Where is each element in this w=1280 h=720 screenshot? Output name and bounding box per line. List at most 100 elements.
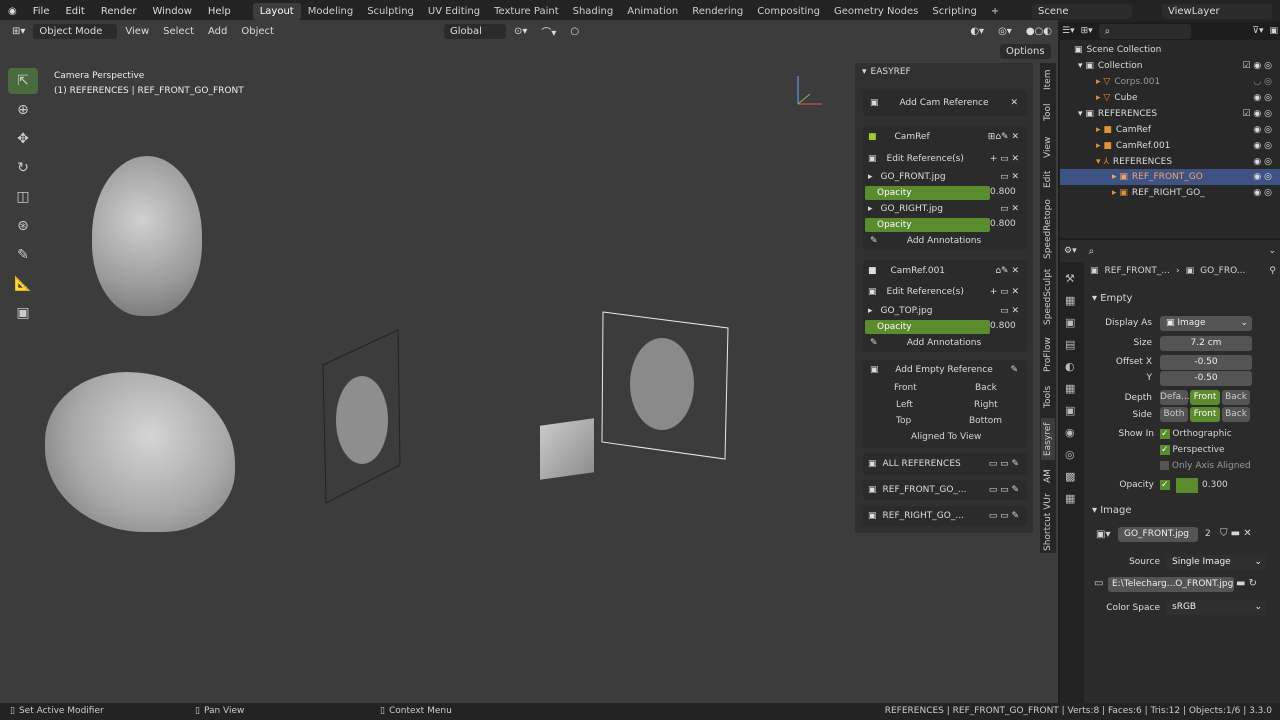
outliner-row[interactable]: ▸ ■ CamRef.001 ◉ ◎ xyxy=(1060,138,1280,154)
outliner-row[interactable]: ▸ ▽ Corps.001 ◡ ◎ xyxy=(1060,74,1280,90)
camref-tools-icon[interactable]: ⌂✎ ✕ xyxy=(995,266,1019,276)
outliner-row[interactable]: ▾ ▣ REFERENCES ☑ ◉ ◎ xyxy=(1060,106,1280,122)
opacity-slider[interactable]: Opacity xyxy=(865,186,990,200)
overlay-icon[interactable]: ◎▾ xyxy=(992,24,1018,39)
folder-icon[interactable]: ▬ ↻ xyxy=(1236,578,1257,589)
visibility-icons[interactable]: ☑ ◉ ◎ xyxy=(1243,109,1273,119)
tab-modeling[interactable]: Modeling xyxy=(301,3,361,20)
all-refs-tools-icon[interactable]: ▭ ▭ ✎ xyxy=(989,459,1019,469)
menu-edit[interactable]: Edit xyxy=(57,6,92,17)
bottom-button[interactable]: Bottom xyxy=(969,416,1002,426)
tab-animation[interactable]: Animation xyxy=(620,3,685,20)
tab-speedretopo[interactable]: SpeedRetopo xyxy=(1041,198,1055,260)
color-space-dropdown[interactable]: sRGB ⌄ xyxy=(1166,600,1266,615)
tab-tool[interactable]: Tool xyxy=(1041,98,1055,126)
menu-add[interactable]: Add xyxy=(202,24,233,39)
proportional-icon[interactable]: ○ xyxy=(564,24,585,39)
expand-arrow-icon[interactable]: ▸ xyxy=(868,172,873,182)
cursor-tool-icon[interactable]: ⊕ xyxy=(8,97,38,123)
outliner-row[interactable]: ▸ ▣ REF_RIGHT_GO_ ◉ ◎ xyxy=(1060,185,1280,201)
back-button[interactable]: Back xyxy=(975,383,997,393)
tools-icon[interactable]: ✎ xyxy=(1010,365,1018,375)
menu-help[interactable]: Help xyxy=(200,6,239,17)
image-tools-icon[interactable]: ⛉ ▬ ✕ xyxy=(1220,528,1252,539)
visibility-icons[interactable]: ☑ ◉ ◎ xyxy=(1243,61,1273,71)
cube-object[interactable] xyxy=(540,418,594,480)
opacity-slider[interactable]: Opacity xyxy=(865,218,990,232)
filepath-field[interactable]: E:\Telecharg...O_FRONT.jpg xyxy=(1108,577,1234,592)
properties-search-icon[interactable]: ⌕ xyxy=(1082,243,1175,259)
close-icon[interactable]: ✕ xyxy=(1010,98,1018,108)
menu-select[interactable]: Select xyxy=(157,24,200,39)
outliner-row[interactable]: ▸ ■ CamRef ◉ ◎ xyxy=(1060,122,1280,138)
image-section-header[interactable]: ▾ Image xyxy=(1092,505,1132,516)
scene-selector[interactable]: Scene xyxy=(1032,3,1132,19)
tab-geometry-nodes[interactable]: Geometry Nodes xyxy=(827,3,925,20)
tab-uv-editing[interactable]: UV Editing xyxy=(421,3,487,20)
transform-orientation-dropdown[interactable]: Global xyxy=(443,23,506,39)
orthographic-checkbox[interactable]: ✓ Orthographic xyxy=(1160,429,1232,439)
outliner-row[interactable]: ▾ ▣ Collection ☑ ◉ ◎ xyxy=(1060,58,1280,74)
opacity-value[interactable]: 0.800 xyxy=(990,219,1016,229)
source-dropdown[interactable]: Single Image ⌄ xyxy=(1166,555,1266,570)
expand-arrow-icon[interactable]: ▸ xyxy=(868,204,873,214)
ref-row-right[interactable]: ▣ REF_RIGHT_GO_... ▭ ▭ ✎ xyxy=(868,508,1023,524)
visibility-icons[interactable]: ◉ ◎ xyxy=(1253,93,1272,103)
mode-dropdown[interactable]: Object Mode xyxy=(33,23,118,39)
tab-rendering[interactable]: Rendering xyxy=(685,3,750,20)
visibility-icons[interactable]: ◡ ◎ xyxy=(1253,77,1272,87)
image-users-count[interactable]: 2 xyxy=(1205,529,1211,539)
visibility-icons[interactable]: ◉ ◎ xyxy=(1253,172,1272,182)
outliner-row[interactable]: ▸ ▽ Cube ◉ ◎ xyxy=(1060,90,1280,106)
opacity-value[interactable]: 0.800 xyxy=(990,321,1016,331)
camref-row[interactable]: ■ CamRef ⊞⌂✎ ✕ xyxy=(868,129,1023,145)
pin-icon[interactable]: ⚲ xyxy=(1269,266,1276,276)
offset-x-field[interactable]: -0.50 xyxy=(1160,355,1252,370)
camref2-row[interactable]: ■ CamRef.001 ⌂✎ ✕ xyxy=(868,263,1023,279)
ref-tools-icon[interactable]: ▭ ▭ ✎ xyxy=(989,485,1019,495)
top-button[interactable]: Top xyxy=(896,416,911,426)
add-annotations-button[interactable]: ✎ Add Annotations xyxy=(866,335,1022,351)
ref-image-row[interactable]: ▸ GO_RIGHT.jpg ▭ ✕ xyxy=(868,201,1023,217)
side-reference-plane[interactable] xyxy=(318,325,408,510)
ref-image-row[interactable]: ▸ GO_TOP.jpg ▭ ✕ xyxy=(868,303,1023,319)
depth-default-button[interactable]: Defa... xyxy=(1160,390,1190,405)
tab-texture-paint[interactable]: Texture Paint xyxy=(487,3,566,20)
size-field[interactable]: 7.2 cm xyxy=(1160,336,1252,351)
add-workspace-icon[interactable]: + xyxy=(984,3,1006,20)
all-references-row[interactable]: ▣ ALL REFERENCES ▭ ▭ ✎ xyxy=(868,456,1023,472)
gorilla-head-front[interactable] xyxy=(92,156,202,316)
depth-back-button[interactable]: Back xyxy=(1222,390,1250,405)
opacity-slider[interactable]: Opacity xyxy=(865,320,990,334)
ref-tools-icon[interactable]: ▭ ▭ ✎ xyxy=(989,511,1019,521)
menu-render[interactable]: Render xyxy=(93,6,145,17)
image-browse-icon[interactable]: ▣▾ xyxy=(1096,529,1110,540)
rotate-tool-icon[interactable]: ↻ xyxy=(8,155,38,181)
snap-icon[interactable]: ⌒▾ xyxy=(535,22,562,41)
pivot-icon[interactable]: ⊙▾ xyxy=(508,24,533,39)
visibility-icons[interactable]: ◉ ◎ xyxy=(1253,188,1272,198)
aligned-to-view-button[interactable]: Aligned To View xyxy=(911,432,981,442)
editor-type-icon[interactable]: ⚙▾ xyxy=(1064,246,1077,256)
options-button[interactable]: Options xyxy=(1000,44,1051,59)
axis-gizmo-icon[interactable] xyxy=(790,68,830,110)
add-cube-tool-icon[interactable]: ▣ xyxy=(8,300,38,326)
menu-window[interactable]: Window xyxy=(144,6,199,17)
viewlayer-selector[interactable]: ViewLayer xyxy=(1162,3,1272,19)
visibility-icons[interactable]: ◉ ◎ xyxy=(1253,141,1272,151)
tab-layout[interactable]: Layout xyxy=(252,2,301,20)
edit-references-row[interactable]: ▣ Edit Reference(s) + ▭ ✕ xyxy=(868,151,1023,167)
annotate-tool-icon[interactable]: ✎ xyxy=(8,242,38,268)
opacity-checkbox[interactable]: ✓ xyxy=(1160,480,1170,490)
add-empty-reference-button[interactable]: ▣ Add Empty Reference ✎ xyxy=(866,362,1022,378)
editor-type-icon[interactable]: ☰▾ xyxy=(1062,26,1075,36)
display-as-dropdown[interactable]: ▣ Image ⌄ xyxy=(1160,316,1252,331)
measure-tool-icon[interactable]: 📐 xyxy=(8,271,38,297)
scale-tool-icon[interactable]: ◫ xyxy=(8,184,38,210)
transform-tool-icon[interactable]: ⊛ xyxy=(8,213,38,239)
tab-am[interactable]: AM xyxy=(1041,466,1055,486)
editor-type-icon[interactable]: ⊞▾ xyxy=(6,24,31,39)
empty-section-header[interactable]: ▾ Empty xyxy=(1092,293,1132,304)
tab-shortcut-vur[interactable]: Shortcut VUr xyxy=(1041,492,1055,552)
side-both-button[interactable]: Both xyxy=(1160,407,1188,422)
